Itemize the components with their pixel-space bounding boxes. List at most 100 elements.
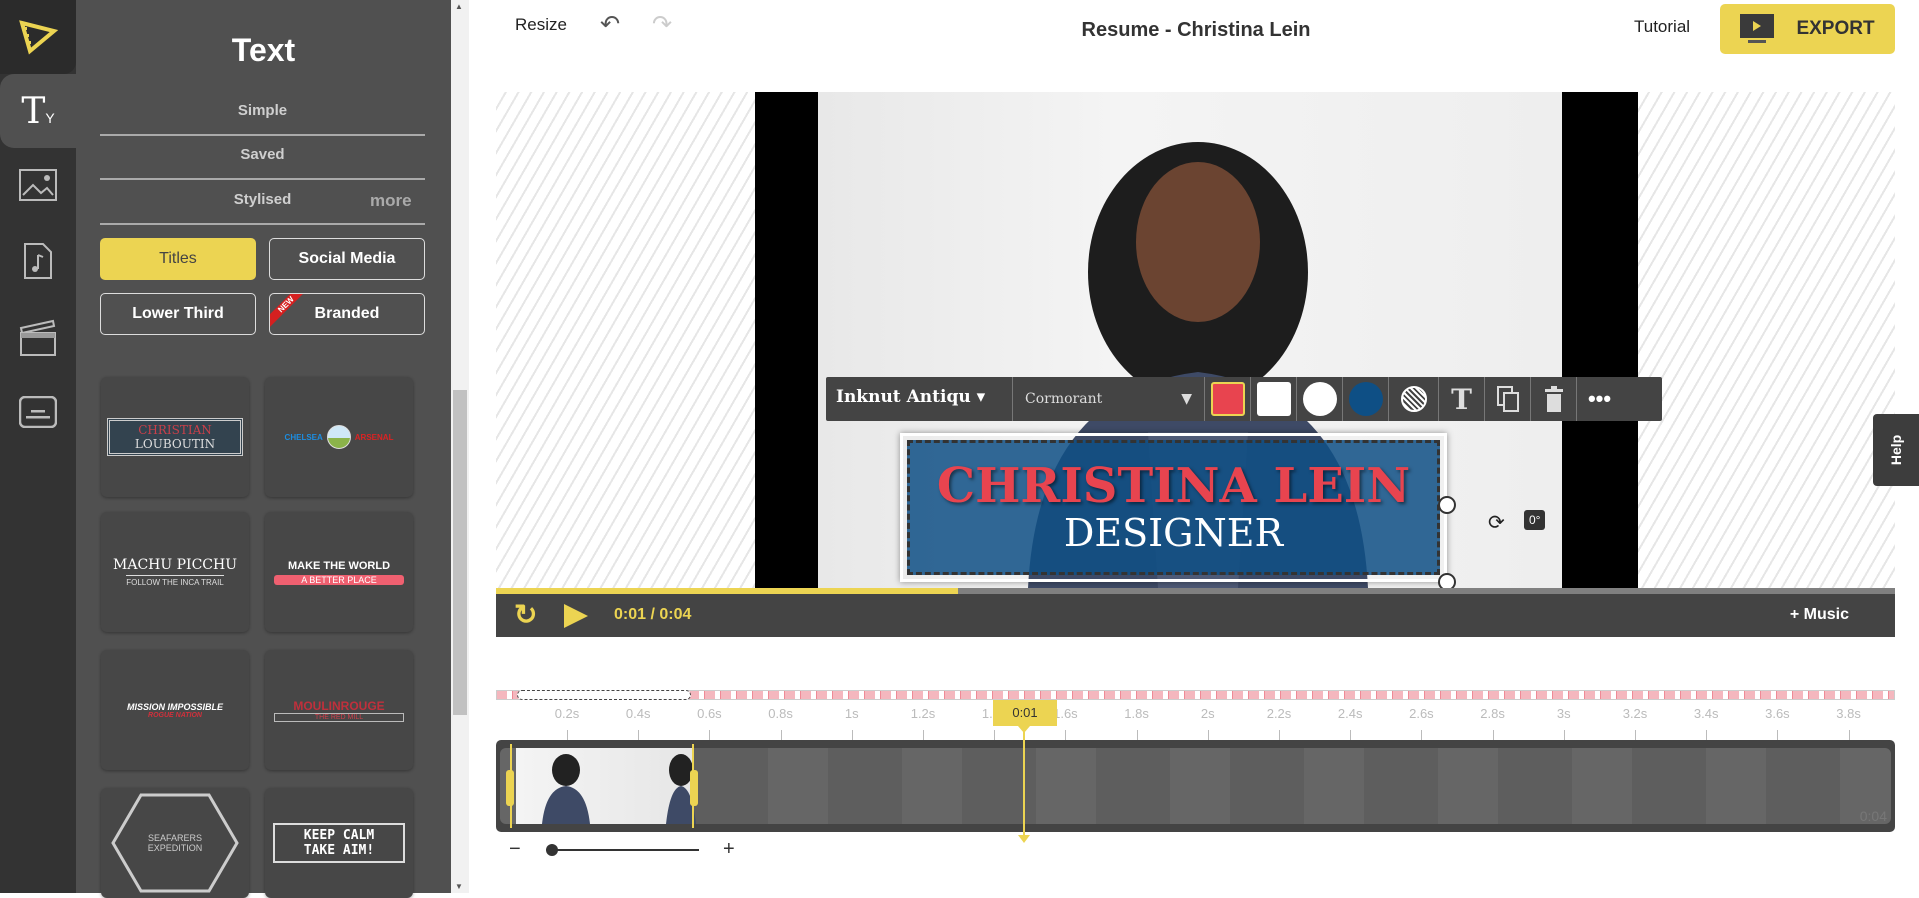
ruler-tick (780, 730, 782, 740)
template-card[interactable]: KEEP CALM TAKE AIM! (265, 788, 413, 898)
ruler-tick (1635, 730, 1636, 740)
resize-button[interactable]: Resize (515, 15, 567, 35)
video-track[interactable]: 0:04 (496, 740, 1895, 832)
ruler-tick (1065, 730, 1067, 740)
tutorial-link[interactable]: Tutorial (1634, 17, 1690, 37)
ruler-label: 2.2s (1266, 706, 1292, 721)
rotate-icon[interactable]: ⟳ (1488, 510, 1505, 535)
ruler-label: 2.8s (1480, 706, 1505, 721)
zoom-slider[interactable] (551, 849, 699, 851)
ruler-tick (709, 730, 711, 740)
ruler-tick (638, 730, 640, 740)
template-line2: ROGUE NATION (148, 711, 202, 719)
template-line1: MAKE THE WORLD (287, 559, 391, 572)
opacity-icon[interactable] (1388, 377, 1438, 421)
playhead-label[interactable]: 0:01 (993, 700, 1057, 726)
font-name: Inknut Antiqu (836, 387, 971, 407)
zoom-slider-knob[interactable] (546, 844, 558, 856)
title-overlay[interactable]: CHRISTINA LEIN DESIGNER (900, 433, 1456, 591)
replay-icon[interactable]: ↻ (514, 598, 537, 631)
background-color-swatch[interactable] (1250, 377, 1296, 421)
text-color-swatch[interactable] (1204, 377, 1250, 421)
tab-simple[interactable]: Simple (100, 102, 425, 119)
text-style-icon[interactable]: T (1438, 377, 1484, 421)
redo-icon[interactable]: ↷ (652, 10, 672, 39)
template-line1: CHRISTIAN (138, 423, 212, 437)
ruler-label: 3.4s (1693, 706, 1719, 721)
image-icon[interactable] (0, 148, 76, 222)
delete-icon[interactable] (1530, 377, 1576, 421)
ruler-tick (1848, 730, 1850, 740)
clip-end-time: 0:04 (1859, 808, 1887, 824)
zoom-in-button[interactable]: + (723, 838, 735, 861)
template-card[interactable]: MOULINROUGE THE RED MILL (265, 650, 413, 770)
template-card[interactable]: CHRISTIAN LOUBOUTIN (101, 377, 249, 497)
category-lower-third[interactable]: Lower Third (100, 293, 256, 335)
accent-color-swatch[interactable] (1342, 377, 1388, 421)
template-line2: LOUBOUTIN (134, 437, 216, 451)
category-social-media[interactable]: Social Media (269, 238, 425, 280)
help-tab[interactable]: Help (1873, 414, 1919, 486)
clip-trim-handle-right[interactable] (690, 770, 698, 806)
template-card[interactable]: MAKE THE WORLD A BETTER PLACE (265, 512, 413, 632)
scroll-down-icon[interactable]: ▼ (455, 882, 463, 891)
ruler-tick (1492, 730, 1494, 740)
add-music-button[interactable]: + Music (1790, 606, 1849, 624)
text-layer-clip[interactable] (517, 690, 691, 700)
divider (100, 223, 425, 225)
tab-saved[interactable]: Saved (100, 146, 425, 163)
panel-scrollbar[interactable]: ▲ ▼ (451, 0, 469, 893)
selected-clip[interactable] (516, 748, 696, 824)
ruler-label: 2.4s (1337, 706, 1363, 721)
more-options-icon[interactable]: ••• (1576, 377, 1622, 421)
template-line2: THE RED MILL (274, 712, 404, 722)
duplicate-icon[interactable] (1484, 377, 1530, 421)
clip-trim-handle-left[interactable] (506, 770, 514, 806)
ruler-tick (1136, 730, 1138, 740)
category-titles[interactable]: Titles (100, 238, 256, 280)
music-file-icon[interactable] (0, 224, 76, 298)
scrollbar-thumb[interactable] (453, 390, 467, 715)
ruler-tick (1279, 730, 1280, 740)
text-panel: Text Simple Saved Stylised more Titles S… (76, 0, 451, 898)
template-line1: CHELSEA (284, 432, 323, 442)
text-tool-icon[interactable]: TY (0, 74, 76, 148)
template-card[interactable]: MISSION IMPOSSIBLE ROGUE NATION (101, 650, 249, 770)
shape-color-swatch[interactable] (1296, 377, 1342, 421)
project-title[interactable]: Resume - Christina Lein (1000, 19, 1392, 42)
font-select-primary[interactable]: Inknut Antiqu ▾ (836, 387, 985, 407)
zoom-out-button[interactable]: − (509, 838, 521, 861)
subtitles-icon[interactable] (0, 375, 76, 449)
more-link[interactable]: more (370, 191, 412, 211)
play-icon[interactable] (564, 604, 588, 628)
ruler-tick (1706, 730, 1708, 740)
template-card[interactable]: CHELSEA ARSENAL (265, 377, 413, 497)
ruler-label: 3.6s (1765, 706, 1790, 721)
player-controls: ↻ 0:01 / 0:04 + Music (496, 594, 1895, 637)
ruler-label: 1.8s (1124, 706, 1149, 721)
font-select-secondary[interactable]: Cormorant ▼ (1012, 377, 1204, 421)
logo-icon[interactable] (0, 0, 76, 74)
ruler-tick (1207, 730, 1209, 740)
playhead-line[interactable] (1023, 728, 1025, 840)
ruler-label: 2.6s (1409, 706, 1434, 721)
scroll-up-icon[interactable]: ▲ (455, 2, 463, 11)
template-card[interactable]: MACHU PICCHU FOLLOW THE INCA TRAIL (101, 512, 249, 632)
export-button[interactable]: EXPORT (1720, 4, 1895, 54)
category-label: Branded (314, 305, 380, 322)
resize-handle[interactable] (1438, 496, 1456, 514)
ruler-tick (1350, 730, 1352, 740)
clapperboard-icon[interactable] (0, 300, 76, 374)
dropdown-arrow-icon: ▼ (1181, 391, 1192, 407)
icon-sidebar: TY (0, 0, 76, 893)
overlay-title[interactable]: CHRISTINA LEIN (937, 460, 1410, 513)
undo-icon[interactable]: ↶ (600, 10, 620, 39)
text-layer-track[interactable] (496, 690, 1895, 700)
ball-icon (326, 425, 351, 449)
overlay-subtitle[interactable]: DESIGNER (1064, 512, 1283, 555)
template-card[interactable]: SEAFARERS EXPEDITION (101, 788, 249, 898)
font-name: Cormorant (1025, 391, 1103, 407)
ruler-tick (994, 730, 996, 740)
category-branded[interactable]: NEW Branded (269, 293, 425, 335)
template-line2: ARSENAL (354, 432, 394, 442)
